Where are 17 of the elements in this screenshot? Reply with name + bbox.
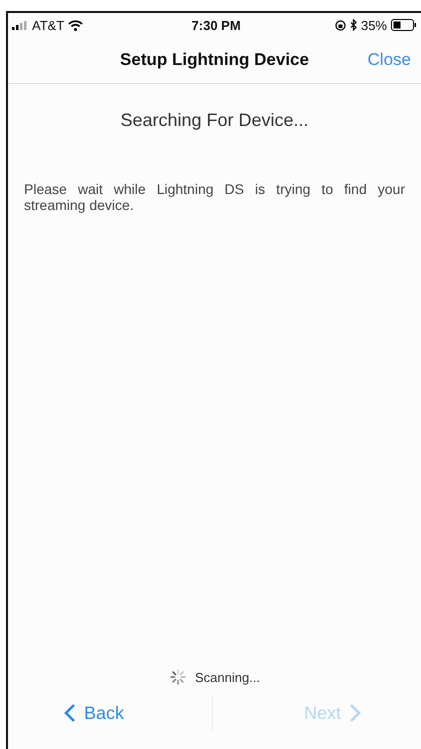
carrier-name: AT&T [32,18,64,32]
wifi-icon [68,20,84,30]
chevron-icon [349,703,361,723]
battery-percent: 35% [360,18,387,32]
orientation-lock-icon [334,20,346,30]
instruction-text: Please wait while Lightning DS is trying to find your streaming device. [24,181,405,213]
loading-spinner-icon [168,668,187,686]
battery-icon [391,19,417,31]
status-heading: Searching For Device... [119,110,310,131]
close-button[interactable]: Close [364,48,415,72]
chevron-icon [64,703,76,723]
screen-title: Setup Lightning Device [120,50,309,70]
scanning-label: Scanning... [194,670,260,684]
bluetooth-icon [350,19,357,31]
status-time: 7:30 PM [192,18,241,32]
back-button[interactable]: Back [8,696,212,730]
signal-icon [12,20,28,30]
